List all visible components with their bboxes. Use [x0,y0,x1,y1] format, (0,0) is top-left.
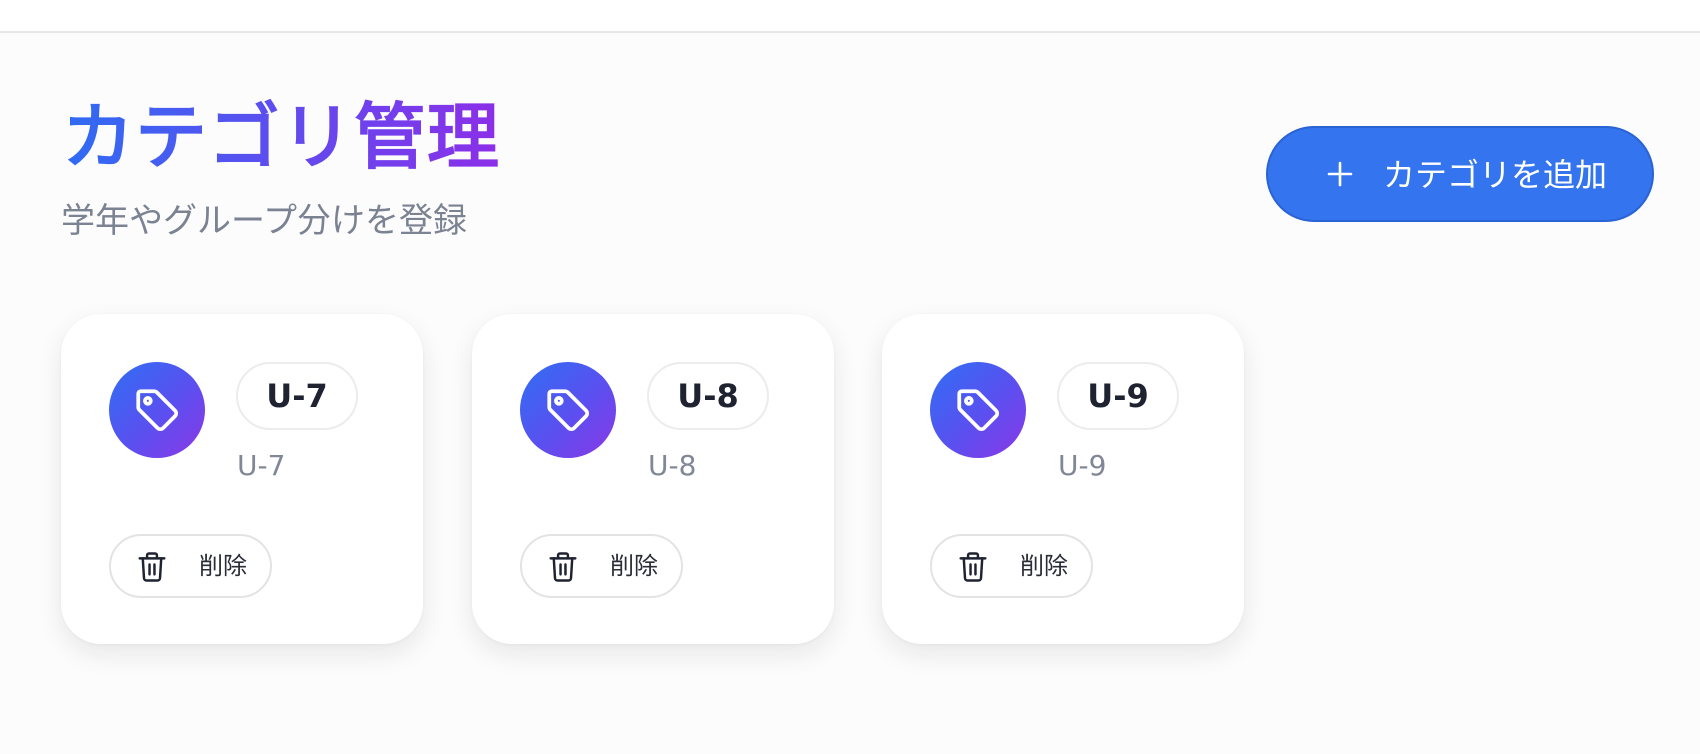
delete-button[interactable]: 削除 [520,534,683,598]
page-subtitle: 学年やグループ分けを登録 [61,201,467,241]
add-category-button[interactable]: カテゴリを追加 [1266,126,1654,222]
category-card: U-7 U-7 削除 [61,314,423,644]
category-avatar [930,362,1026,458]
category-name-pill: U-8 [647,362,769,430]
category-card: U-8 U-8 削除 [472,314,834,644]
trash-icon [549,552,577,582]
delete-label: 削除 [610,552,658,580]
add-category-label: カテゴリを追加 [1383,156,1608,194]
category-code: U-7 [237,449,286,482]
delete-button[interactable]: 削除 [109,534,272,598]
category-avatar [520,362,616,458]
tag-icon [957,389,1000,432]
plus-icon [1327,161,1353,187]
top-bar [0,0,1700,33]
category-card: U-9 U-9 削除 [882,314,1244,644]
trash-icon [138,552,166,582]
delete-label: 削除 [1020,552,1068,580]
category-code: U-9 [1058,449,1107,482]
delete-button[interactable]: 削除 [930,534,1093,598]
tag-icon [136,389,179,432]
delete-label: 削除 [199,552,247,580]
category-code: U-8 [648,449,697,482]
tag-icon [547,389,590,432]
category-name-pill: U-7 [236,362,358,430]
category-name-pill: U-9 [1057,362,1179,430]
category-avatar [109,362,205,458]
trash-icon [959,552,987,582]
page-title: カテゴリ管理 [62,92,500,182]
